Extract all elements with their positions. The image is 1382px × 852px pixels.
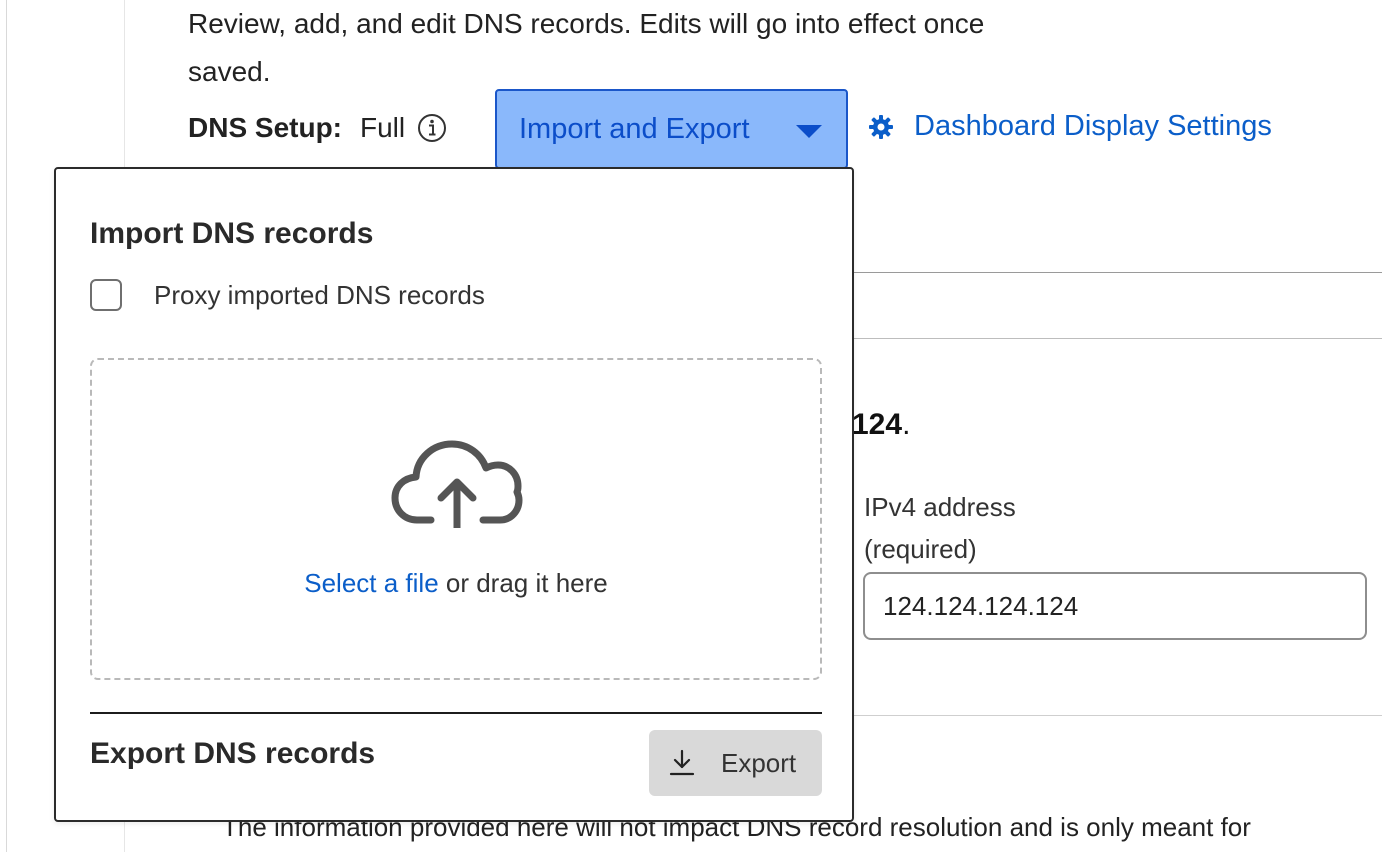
dashboard-settings-label: Dashboard Display Settings	[914, 110, 1272, 142]
ip-tail-punct: .	[902, 408, 911, 441]
select-file-link[interactable]: Select a file	[304, 568, 438, 598]
gutter-divider	[6, 0, 7, 852]
ipv4-address-input[interactable]	[863, 572, 1367, 640]
download-icon	[669, 749, 695, 777]
popover-divider	[90, 712, 822, 714]
ip-tail-bold: 124	[852, 408, 903, 441]
section-divider	[852, 272, 1382, 273]
dns-page: Review, add, and edit DNS records. Edits…	[0, 0, 1382, 852]
info-icon[interactable]	[417, 113, 447, 143]
export-button-label: Export	[721, 747, 797, 778]
section-divider	[852, 715, 1382, 716]
dns-setup-label: DNS Setup:	[188, 112, 342, 143]
proxy-checkbox[interactable]	[90, 279, 122, 311]
dropzone-hint: or drag it here	[438, 568, 608, 598]
import-dns-title: Import DNS records	[90, 217, 374, 250]
page-description: Review, add, and edit DNS records. Edits…	[188, 8, 985, 87]
gear-icon	[868, 114, 894, 140]
import-export-popover: Import DNS records Proxy imported DNS re…	[54, 167, 854, 822]
ipv4-label-line1: IPv4 address	[864, 492, 1016, 522]
ipv4-label-line2: (required)	[864, 534, 977, 564]
import-export-label: Import and Export	[519, 112, 750, 145]
dropzone-text: Select a file or drag it here	[92, 568, 820, 599]
dns-setup-value: Full	[360, 112, 406, 143]
ip-text-fragment: 124.	[852, 408, 910, 442]
export-dns-title: Export DNS records	[90, 737, 376, 770]
dns-setup-row: DNS Setup: Full	[188, 108, 447, 148]
import-export-button[interactable]: Import and Export	[495, 89, 848, 169]
caret-down-icon	[796, 125, 822, 138]
proxy-checkbox-label: Proxy imported DNS records	[154, 279, 485, 310]
proxy-option-row: Proxy imported DNS records	[90, 279, 485, 311]
section-divider	[852, 338, 1382, 339]
ipv4-field-label: IPv4 address (required)	[864, 486, 1164, 570]
file-dropzone[interactable]: Select a file or drag it here	[90, 358, 822, 680]
cloud-upload-icon	[391, 440, 523, 528]
dashboard-display-settings-link[interactable]: Dashboard Display Settings	[868, 110, 1272, 143]
export-button[interactable]: Export	[649, 730, 822, 796]
